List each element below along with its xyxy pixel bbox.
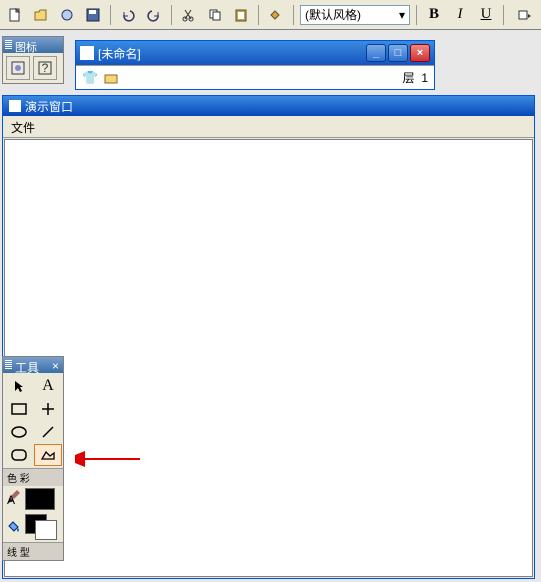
style-dropdown[interactable]: (默认风格) ▾	[300, 5, 410, 25]
toolbar-separator	[110, 5, 111, 25]
cut-button[interactable]	[178, 4, 200, 26]
format-button[interactable]	[265, 4, 287, 26]
tools-panel: 工具 × A 色 彩 A 线 型	[2, 356, 64, 561]
document-body: 👕 层 1	[76, 65, 434, 89]
open-file-button[interactable]	[30, 4, 52, 26]
pen-color-icon[interactable]: A	[5, 490, 23, 508]
underline-button[interactable]: U	[475, 4, 497, 26]
svg-text:A: A	[7, 493, 15, 506]
icon-panel: 图标 ?	[2, 36, 64, 84]
layer-info: 层 1	[403, 69, 428, 86]
display-titlebar[interactable]: 演示窗口	[3, 96, 534, 116]
color-section-label: 色 彩	[3, 468, 63, 486]
fill-color-swatch[interactable]	[25, 514, 57, 540]
paste-button[interactable]	[230, 4, 252, 26]
undo-button[interactable]	[117, 4, 139, 26]
minimize-button[interactable]: _	[366, 44, 386, 62]
polygon-tool[interactable]	[34, 444, 62, 466]
display-canvas[interactable]	[4, 139, 533, 577]
document-title: [未命名]	[98, 45, 366, 62]
copy-button[interactable]	[204, 4, 226, 26]
icon-panel-title: 图标	[3, 37, 63, 53]
icon-panel-body: ?	[3, 53, 63, 83]
shape-icon[interactable]	[104, 71, 118, 85]
style-dropdown-label: (默认风格)	[305, 6, 361, 23]
layer-value: 1	[421, 71, 428, 85]
display-window-icon	[9, 100, 21, 112]
red-arrow-annotation	[75, 450, 145, 468]
rounded-rect-tool[interactable]	[5, 444, 33, 466]
bucket-icon[interactable]	[5, 518, 23, 536]
tools-panel-title: 工具 ×	[3, 357, 63, 373]
document-icon	[80, 46, 94, 60]
new-file-button[interactable]	[4, 4, 26, 26]
text-color-swatch[interactable]	[25, 488, 55, 510]
layer-label: 层	[403, 71, 415, 85]
close-button[interactable]: ×	[410, 44, 430, 62]
tools-panel-close-icon[interactable]: ×	[52, 359, 59, 371]
toolbar-separator	[258, 5, 259, 25]
svg-text:?: ?	[42, 61, 49, 75]
pointer-tool[interactable]	[5, 375, 33, 397]
document-titlebar[interactable]: [未命名] _ □ ×	[76, 41, 434, 65]
text-tool[interactable]: A	[34, 375, 62, 397]
toolbar-separator	[416, 5, 417, 25]
italic-button[interactable]: I	[449, 4, 471, 26]
line-section-label: 线 型	[3, 542, 63, 560]
display-window: 演示窗口 文件	[2, 95, 535, 579]
tools-grid: A	[3, 373, 63, 468]
rectangle-tool[interactable]	[5, 398, 33, 420]
tools-panel-title-label: 工具	[15, 359, 39, 371]
flowline-icon[interactable]: 👕	[82, 70, 98, 86]
display-menu-bar: 文件	[3, 116, 534, 138]
redo-button[interactable]	[143, 4, 165, 26]
misc-button-1[interactable]	[56, 4, 78, 26]
display-title: 演示窗口	[25, 98, 73, 115]
maximize-button[interactable]: □	[388, 44, 408, 62]
fill-color-row	[3, 512, 63, 542]
document-window: [未命名] _ □ × 👕 层 1	[75, 40, 435, 90]
crosshair-tool[interactable]	[34, 398, 62, 420]
toolbar-separator	[503, 5, 504, 25]
save-button[interactable]	[82, 4, 104, 26]
icon-panel-help-button[interactable]: ?	[33, 56, 57, 80]
toolbar-more-button[interactable]	[513, 4, 535, 26]
chevron-down-icon: ▾	[399, 8, 405, 22]
main-toolbar: (默认风格) ▾ B I U	[0, 0, 541, 30]
window-buttons: _ □ ×	[366, 44, 430, 62]
line-tool[interactable]	[34, 421, 62, 443]
icon-panel-button-1[interactable]	[6, 56, 30, 80]
text-color-row: A	[3, 486, 63, 512]
ellipse-tool[interactable]	[5, 421, 33, 443]
toolbar-separator	[293, 5, 294, 25]
menu-file[interactable]: 文件	[11, 121, 35, 135]
bold-button[interactable]: B	[423, 4, 445, 26]
toolbar-separator	[171, 5, 172, 25]
